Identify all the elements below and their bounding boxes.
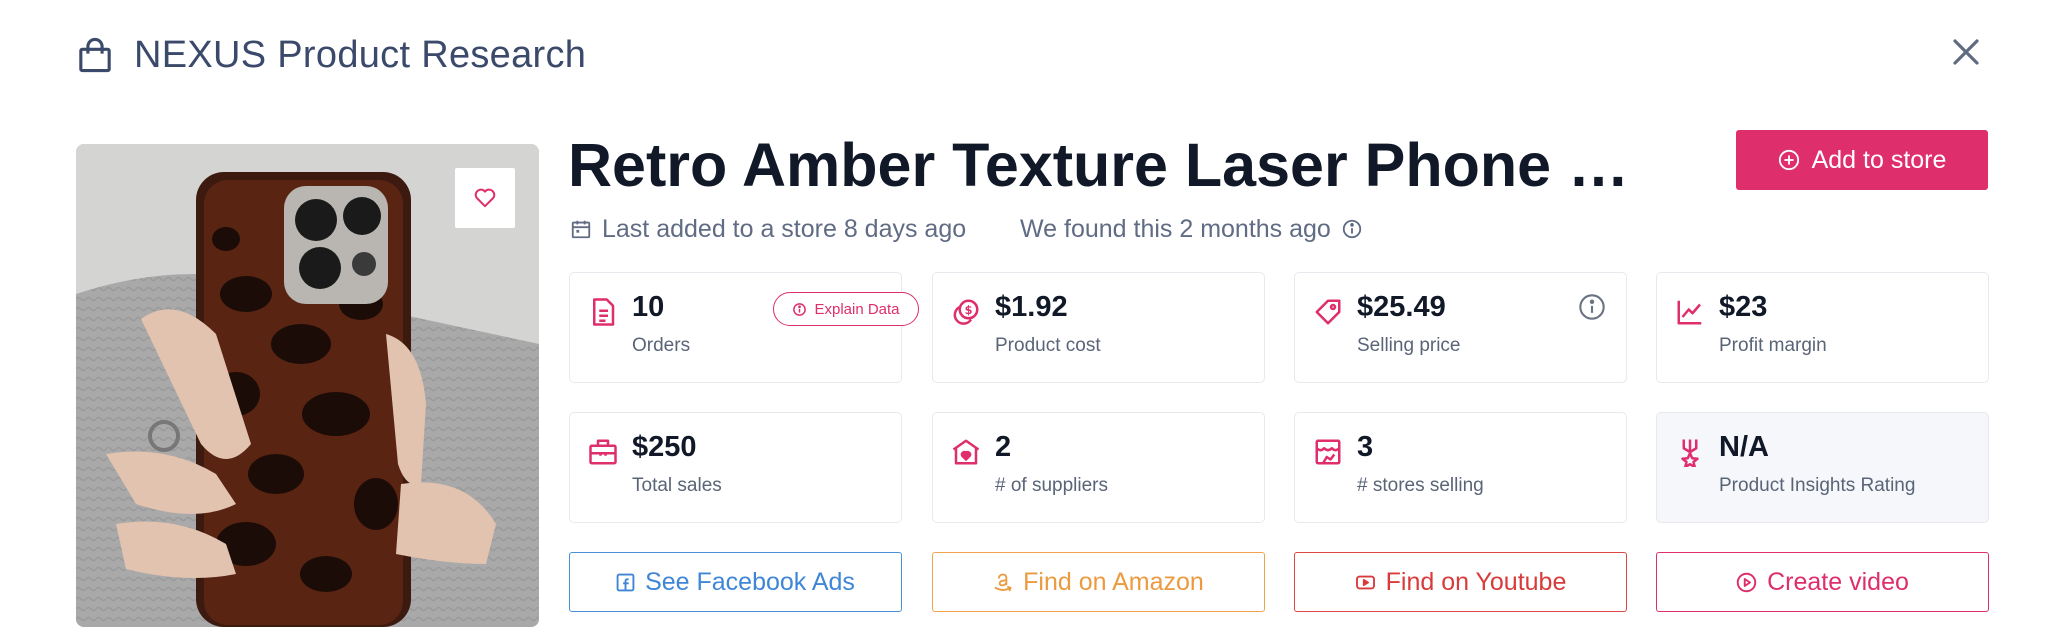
explain-data-label: Explain Data — [814, 300, 900, 318]
insights-rating-label: Product Insights Rating — [1719, 475, 1916, 496]
price-tag-icon — [1315, 299, 1341, 325]
suppliers-value: 2 — [995, 431, 1012, 463]
profit-margin-value: $23 — [1719, 291, 1768, 323]
stat-card-profit-margin: $23 Profit margin — [1656, 272, 1989, 383]
modal-header: NEXUS Product Research — [78, 30, 586, 80]
document-icon — [593, 298, 615, 326]
find-on-youtube-button[interactable]: Find on Youtube — [1294, 552, 1627, 612]
stat-card-orders: 10 Orders Explain Data — [569, 272, 919, 383]
create-video-button[interactable]: Create video — [1656, 552, 1989, 612]
insights-rating-value: N/A — [1719, 431, 1769, 463]
explain-data-button[interactable]: Explain Data — [773, 292, 919, 326]
find-on-amazon-button[interactable]: Find on Amazon — [932, 552, 1265, 612]
storefront-icon — [1315, 439, 1341, 465]
last-added-text: Last added to a store 8 days ago — [602, 214, 967, 243]
selling-price-value: $25.49 — [1357, 291, 1446, 323]
warehouse-icon — [952, 439, 980, 465]
product-image — [76, 144, 539, 627]
orders-value: 10 — [632, 291, 665, 323]
svg-text:$: $ — [965, 304, 973, 317]
product-cost-value: $1.92 — [995, 291, 1068, 323]
create-video-label: Create video — [1767, 567, 1909, 596]
coins-icon: $ — [953, 299, 979, 325]
see-facebook-ads-label: See Facebook Ads — [645, 567, 855, 596]
suppliers-label: # of suppliers — [995, 475, 1109, 496]
total-sales-value: $250 — [632, 431, 697, 463]
last-added-info: Last added to a store 8 days ago — [570, 210, 966, 248]
profit-margin-label: Profit margin — [1719, 335, 1827, 356]
stat-card-insights-rating: N/A Product Insights Rating — [1656, 412, 1989, 523]
stores-selling-value: 3 — [1357, 431, 1374, 463]
plus-circle-icon — [1778, 149, 1799, 171]
info-icon[interactable] — [1578, 293, 1606, 321]
close-icon — [1953, 39, 1979, 65]
stat-card-product-cost: $ $1.92 Product cost — [932, 272, 1265, 383]
find-on-amazon-label: Find on Amazon — [1023, 567, 1204, 596]
modal-title: NEXUS Product Research — [134, 33, 587, 76]
see-facebook-ads-button[interactable]: See Facebook Ads — [569, 552, 902, 612]
product-title: Retro Amber Texture Laser Phone Case for… — [568, 131, 1638, 199]
found-text: We found this 2 months ago — [1020, 214, 1331, 243]
shopping-bag-icon — [79, 37, 111, 73]
amazon-icon — [994, 573, 1012, 592]
info-icon — [793, 302, 807, 316]
award-icon — [1681, 439, 1699, 467]
total-sales-label: Total sales — [632, 475, 722, 496]
find-on-youtube-label: Find on Youtube — [1385, 567, 1567, 596]
orders-label: Orders — [632, 335, 691, 356]
favorite-button[interactable] — [455, 168, 515, 228]
chart-line-icon — [1677, 300, 1702, 325]
facebook-icon — [616, 573, 635, 591]
close-button[interactable] — [1944, 30, 1988, 74]
stat-card-stores-selling: 3 # stores selling — [1294, 412, 1627, 523]
play-circle-icon — [1736, 572, 1757, 592]
add-to-store-button[interactable]: Add to store — [1736, 130, 1988, 190]
found-info: We found this 2 months ago — [1020, 210, 1363, 248]
product-cost-label: Product cost — [995, 335, 1101, 356]
stat-card-selling-price: $25.49 Selling price — [1294, 272, 1627, 383]
add-to-store-label: Add to store — [1811, 145, 1947, 174]
stat-card-total-sales: $250 Total sales — [569, 412, 902, 523]
info-icon[interactable] — [1341, 218, 1363, 240]
stat-card-suppliers: 2 # of suppliers — [932, 412, 1265, 523]
calendar-icon — [571, 220, 591, 239]
briefcase-icon — [589, 439, 617, 465]
selling-price-label: Selling price — [1357, 335, 1461, 356]
stores-selling-label: # stores selling — [1357, 475, 1484, 496]
heart-icon — [474, 188, 496, 208]
youtube-icon — [1355, 575, 1375, 589]
